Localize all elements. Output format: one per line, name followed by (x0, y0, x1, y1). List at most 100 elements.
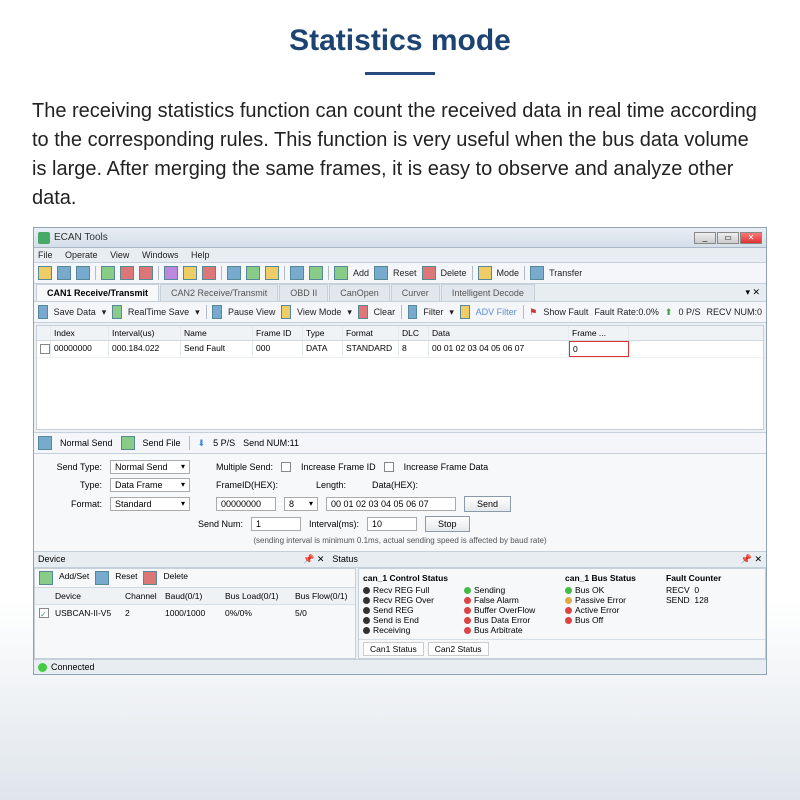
save-data-icon[interactable] (38, 305, 48, 319)
device-baud-value: 1000/1000 (163, 607, 223, 620)
adv-filter-icon[interactable] (460, 305, 470, 319)
cell-type: DATA (303, 341, 343, 357)
format-dropdown[interactable]: Standard (110, 497, 190, 511)
fault-rate-value: Fault Rate:0.0% (594, 307, 659, 317)
pause-view-icon[interactable] (212, 305, 222, 319)
type-dropdown[interactable]: Data Frame (110, 478, 190, 492)
page-heading: Statistics mode (32, 24, 768, 58)
type-label: Type: (42, 480, 102, 490)
send-file-icon[interactable] (121, 436, 135, 450)
filter-icon[interactable] (408, 305, 418, 319)
fault-recv-value: 0 (694, 585, 699, 595)
status-tab-can1[interactable]: Can1 Status (363, 642, 424, 656)
send-button[interactable]: Send (464, 496, 511, 512)
tab-can2[interactable]: CAN2 Receive/Transmit (160, 284, 278, 301)
normal-send-icon[interactable] (38, 436, 52, 450)
show-fault-label[interactable]: Show Fault (543, 307, 588, 317)
col-index: Index (51, 326, 109, 340)
filter-label[interactable]: Filter (423, 307, 443, 317)
device-delete-icon[interactable] (143, 571, 157, 585)
send-num-input[interactable]: 1 (251, 517, 301, 531)
length-label: Length: (316, 480, 346, 490)
maximize-button[interactable]: ▭ (717, 232, 739, 244)
menu-file[interactable]: File (38, 250, 53, 260)
menu-help[interactable]: Help (191, 250, 210, 260)
close-button[interactable]: ✕ (740, 232, 762, 244)
tab-can1[interactable]: CAN1 Receive/Transmit (36, 284, 159, 301)
increase-id-label: Increase Frame ID (301, 462, 376, 472)
tool-icon[interactable] (164, 266, 178, 280)
save-data-label[interactable]: Save Data (54, 307, 96, 317)
transfer-icon[interactable] (530, 266, 544, 280)
menu-view[interactable]: View (110, 250, 129, 260)
adv-filter-label[interactable]: ADV Filter (476, 307, 517, 317)
stop-icon[interactable] (139, 266, 153, 280)
device-add-label[interactable]: Add/Set (59, 571, 89, 585)
clear-label[interactable]: Clear (374, 307, 396, 317)
increase-data-checkbox[interactable] (384, 462, 394, 472)
device-delete-label[interactable]: Delete (163, 571, 188, 585)
normal-send-label[interactable]: Normal Send (60, 438, 113, 448)
copy-icon[interactable] (246, 266, 260, 280)
status-item: Bus Arbitrate (474, 625, 523, 635)
status-tab-can2[interactable]: Can2 Status (428, 642, 489, 656)
add-icon[interactable] (334, 266, 348, 280)
receive-grid: Index Interval(us) Name Frame ID Type Fo… (36, 325, 764, 430)
tab-curver[interactable]: Curver (391, 284, 440, 301)
wrench-icon[interactable] (227, 266, 241, 280)
menu-windows[interactable]: Windows (142, 250, 179, 260)
view-mode-icon[interactable] (281, 305, 291, 319)
length-dropdown[interactable]: 8 (284, 497, 318, 511)
status-item: Sending (474, 585, 505, 595)
delete-label[interactable]: Delete (441, 268, 467, 278)
menu-operate[interactable]: Operate (65, 250, 98, 260)
scissors-icon[interactable] (183, 266, 197, 280)
view-mode-label[interactable]: View Mode (297, 307, 341, 317)
send-file-label[interactable]: Send File (143, 438, 181, 448)
delete-icon[interactable] (422, 266, 436, 280)
frameid-input[interactable]: 00000000 (216, 497, 276, 511)
add-label[interactable]: Add (353, 268, 369, 278)
device-reset-icon[interactable] (95, 571, 109, 585)
device-checkbox[interactable] (39, 608, 49, 618)
device-reset-label[interactable]: Reset (115, 571, 137, 585)
stop-button[interactable]: Stop (425, 516, 470, 532)
col-frameid: Frame ID (253, 326, 303, 340)
tab-decode[interactable]: Intelligent Decode (441, 284, 535, 301)
paste-icon[interactable] (265, 266, 279, 280)
statusbar: Connected (34, 659, 766, 674)
increase-data-label: Increase Frame Data (404, 462, 489, 472)
grid-row[interactable]: 00000000 000.184.022 Send Fault 000 DATA… (37, 341, 763, 358)
realtime-icon[interactable] (112, 305, 122, 319)
row-checkbox[interactable] (40, 344, 50, 354)
arrow2-icon[interactable] (309, 266, 323, 280)
realtime-label[interactable]: RealTime Save (128, 307, 189, 317)
transfer-label[interactable]: Transfer (549, 268, 582, 278)
device-add-icon[interactable] (39, 571, 53, 585)
control-status-heading: can_1 Control Status (363, 573, 458, 583)
tab-obd[interactable]: OBD II (279, 284, 328, 301)
new-icon[interactable] (38, 266, 52, 280)
save-icon[interactable] (76, 266, 90, 280)
tab-canopen[interactable]: CanOpen (329, 284, 390, 301)
open-icon[interactable] (57, 266, 71, 280)
data-input[interactable]: 00 01 02 03 04 05 06 07 (326, 497, 456, 511)
increase-id-checkbox[interactable] (281, 462, 291, 472)
device-row[interactable]: USBCAN-II-V5 2 1000/1000 0%/0% 5/0 (35, 605, 355, 622)
arrow-icon[interactable] (290, 266, 304, 280)
up-icon: ⬆ (665, 307, 673, 318)
cut-icon[interactable] (202, 266, 216, 280)
reset-label[interactable]: Reset (393, 268, 417, 278)
minimize-button[interactable]: _ (694, 232, 716, 244)
interval-input[interactable]: 10 (367, 517, 417, 531)
pause-icon[interactable] (120, 266, 134, 280)
send-type-dropdown[interactable]: Normal Send (110, 460, 190, 474)
pause-view-label[interactable]: Pause View (228, 307, 275, 317)
mode-label[interactable]: Mode (497, 268, 520, 278)
mode-icon[interactable] (478, 266, 492, 280)
reset-icon[interactable] (374, 266, 388, 280)
col-dlc: DLC (399, 326, 429, 340)
tab-close-icon[interactable]: ▾ ✕ (745, 287, 760, 298)
clear-icon[interactable] (358, 305, 368, 319)
play-icon[interactable] (101, 266, 115, 280)
